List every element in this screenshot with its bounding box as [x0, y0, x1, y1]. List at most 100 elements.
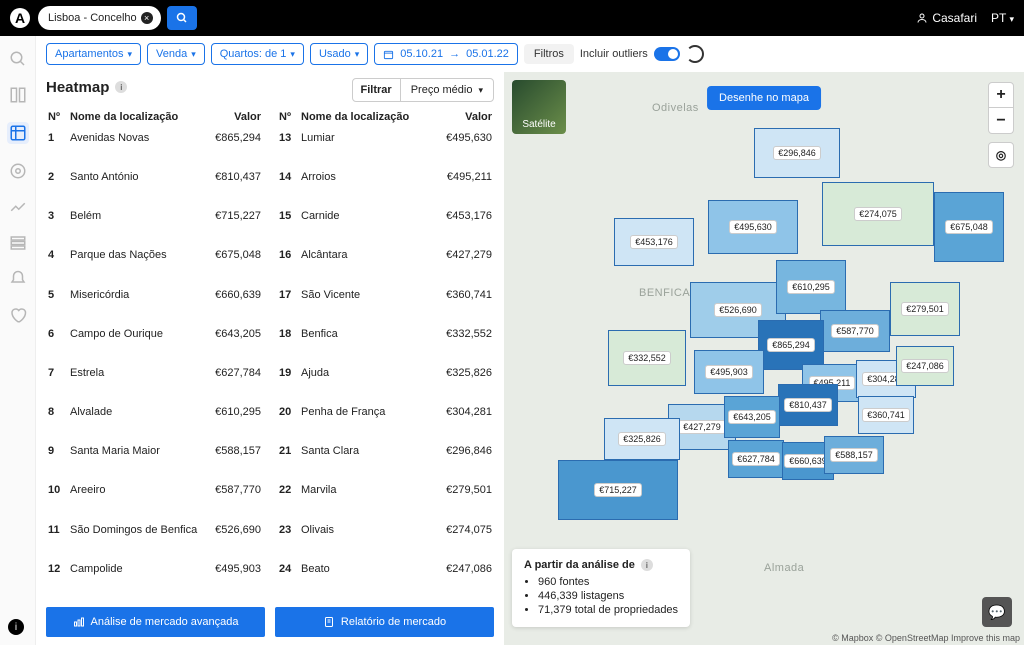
- search-button[interactable]: [167, 6, 197, 30]
- district-polygon[interactable]: €247,086: [896, 346, 954, 386]
- district-value: €587,770: [831, 324, 879, 338]
- chip-remove-icon[interactable]: ×: [141, 12, 153, 24]
- district-value: €715,227: [594, 483, 642, 497]
- district-value: €810,437: [784, 398, 832, 412]
- chat-fab[interactable]: 💬: [982, 597, 1012, 627]
- filter-condition[interactable]: Usado▾: [310, 43, 368, 65]
- topbar: A Lisboa - Concelho × Casafari PT ▾: [0, 0, 1024, 36]
- district-polygon[interactable]: €587,770: [820, 310, 890, 352]
- table-row[interactable]: 7Estrela€627,784: [46, 364, 263, 403]
- table-row[interactable]: 21Santa Clara€296,846: [277, 442, 494, 481]
- table-row[interactable]: 24Beato€247,086: [277, 560, 494, 599]
- district-polygon[interactable]: €865,294: [758, 320, 824, 370]
- user-menu[interactable]: Casafari: [916, 11, 977, 25]
- location-search[interactable]: Lisboa - Concelho ×: [38, 6, 161, 30]
- table-row[interactable]: 22Marvila€279,501: [277, 481, 494, 520]
- district-polygon[interactable]: €332,552: [608, 330, 686, 386]
- district-value: €360,741: [862, 408, 910, 422]
- table-row[interactable]: 17São Vicente€360,741: [277, 286, 494, 325]
- table-row[interactable]: 1Avenidas Novas€865,294: [46, 129, 263, 168]
- panel-title: Heatmapi: [46, 79, 127, 96]
- district-polygon[interactable]: €296,846: [754, 128, 840, 178]
- district-polygon[interactable]: €453,176: [614, 218, 694, 266]
- district-value: €325,826: [618, 432, 666, 446]
- table-row[interactable]: 15Carnide€453,176: [277, 207, 494, 246]
- filter-row: Apartamentos▾ Venda▾ Quartos: de 1▾ Usad…: [36, 36, 1024, 72]
- district-polygon[interactable]: €495,903: [694, 350, 764, 394]
- cta-advanced[interactable]: Análise de mercado avançada: [46, 607, 265, 637]
- table-row[interactable]: 5Misericórdia€660,639: [46, 286, 263, 325]
- search-chip[interactable]: Lisboa - Concelho ×: [48, 12, 153, 24]
- district-polygon[interactable]: €325,826: [604, 418, 680, 460]
- table-row[interactable]: 3Belém€715,227: [46, 207, 263, 246]
- panel-info-bubble[interactable]: i: [8, 619, 24, 635]
- zoom-out[interactable]: −: [988, 108, 1014, 134]
- district-polygon[interactable]: €643,205: [724, 396, 780, 438]
- table-row[interactable]: 2Santo António€810,437: [46, 168, 263, 207]
- map[interactable]: Satélite Desenhe no mapa + − ◎ A partir …: [504, 72, 1024, 645]
- outliers-toggle[interactable]: Incluir outliers: [580, 47, 680, 61]
- ranking-left: Nº Nome da localização Valor 1Avenidas N…: [46, 108, 263, 599]
- district-polygon[interactable]: €360,741: [858, 396, 914, 434]
- nav-heart-icon[interactable]: [9, 306, 27, 324]
- district-polygon[interactable]: €627,784: [728, 440, 784, 478]
- filter-daterange[interactable]: 05.10.21 → 05.01.22: [374, 43, 518, 65]
- district-value: €427,279: [678, 420, 726, 434]
- analysis-item: 446,339 listagens: [538, 589, 678, 603]
- district-polygon[interactable]: €610,295: [776, 260, 846, 314]
- map-bg-label: Almada: [764, 562, 804, 574]
- table-row[interactable]: 4Parque das Nações€675,048: [46, 246, 263, 285]
- table-row[interactable]: 14Arroios€495,211: [277, 168, 494, 207]
- nav-compare-icon[interactable]: [9, 86, 27, 104]
- zoom-in[interactable]: +: [988, 82, 1014, 108]
- app-logo[interactable]: A: [10, 8, 30, 28]
- table-row[interactable]: 9Santa Maria Maior€588,157: [46, 442, 263, 481]
- info-icon[interactable]: i: [115, 81, 127, 93]
- district-polygon[interactable]: €274,075: [822, 182, 934, 246]
- district-polygon[interactable]: €495,630: [708, 200, 798, 254]
- district-value: €610,295: [787, 280, 835, 294]
- district-value: €274,075: [854, 207, 902, 221]
- lang-switch[interactable]: PT ▾: [991, 11, 1014, 25]
- table-row[interactable]: 8Alvalade€610,295: [46, 403, 263, 442]
- table-row[interactable]: 20Penha de França€304,281: [277, 403, 494, 442]
- table-row[interactable]: 11São Domingos de Benfica€526,690: [46, 521, 263, 560]
- district-polygon[interactable]: €810,437: [778, 384, 838, 426]
- nav-bell-icon[interactable]: [9, 270, 27, 288]
- nav-analytics-icon[interactable]: [9, 198, 27, 216]
- nav-map-search-icon[interactable]: [9, 162, 27, 180]
- table-row[interactable]: 19Ajuda€325,826: [277, 364, 494, 403]
- table-row[interactable]: 6Campo de Ourique€643,205: [46, 325, 263, 364]
- table-row[interactable]: 16Alcântara€427,279: [277, 246, 494, 285]
- district-polygon[interactable]: €588,157: [824, 436, 884, 474]
- table-row[interactable]: 13Lumiar€495,630: [277, 129, 494, 168]
- district-value: €495,903: [705, 365, 753, 379]
- district-polygon[interactable]: €279,501: [890, 282, 960, 336]
- metric-filter[interactable]: Filtrar Preço médio▾: [352, 78, 494, 102]
- table-row[interactable]: 10Areeiro€587,770: [46, 481, 263, 520]
- analysis-item: 71,379 total de propriedades: [538, 603, 678, 617]
- filter-rooms[interactable]: Quartos: de 1▾: [211, 43, 304, 65]
- locate-me[interactable]: ◎: [988, 142, 1014, 168]
- nav-heatmap-icon[interactable]: [7, 122, 29, 144]
- filter-more[interactable]: Filtros: [524, 44, 574, 64]
- table-row[interactable]: 18Benfica€332,552: [277, 325, 494, 364]
- refresh-icon[interactable]: [686, 45, 704, 63]
- nav-layers-icon[interactable]: [9, 234, 27, 252]
- draw-on-map[interactable]: Desenhe no mapa: [707, 86, 821, 110]
- toggle-switch-icon[interactable]: [654, 47, 680, 61]
- filter-type[interactable]: Apartamentos▾: [46, 43, 141, 65]
- satellite-toggle[interactable]: Satélite: [512, 80, 566, 134]
- district-polygon[interactable]: €715,227: [558, 460, 678, 520]
- filter-operation[interactable]: Venda▾: [147, 43, 205, 65]
- info-icon[interactable]: i: [641, 559, 653, 571]
- district-value: €279,501: [901, 302, 949, 316]
- map-attribution: © Mapbox © OpenStreetMap Improve this ma…: [832, 633, 1020, 643]
- table-row[interactable]: 12Campolide€495,903: [46, 560, 263, 599]
- district-value: €643,205: [728, 410, 776, 424]
- district-polygon[interactable]: €675,048: [934, 192, 1004, 262]
- cta-report[interactable]: Relatório de mercado: [275, 607, 494, 637]
- table-row[interactable]: 23Olivais€274,075: [277, 521, 494, 560]
- ranking-right: Nº Nome da localização Valor 13Lumiar€49…: [277, 108, 494, 599]
- nav-search-icon[interactable]: [9, 50, 27, 68]
